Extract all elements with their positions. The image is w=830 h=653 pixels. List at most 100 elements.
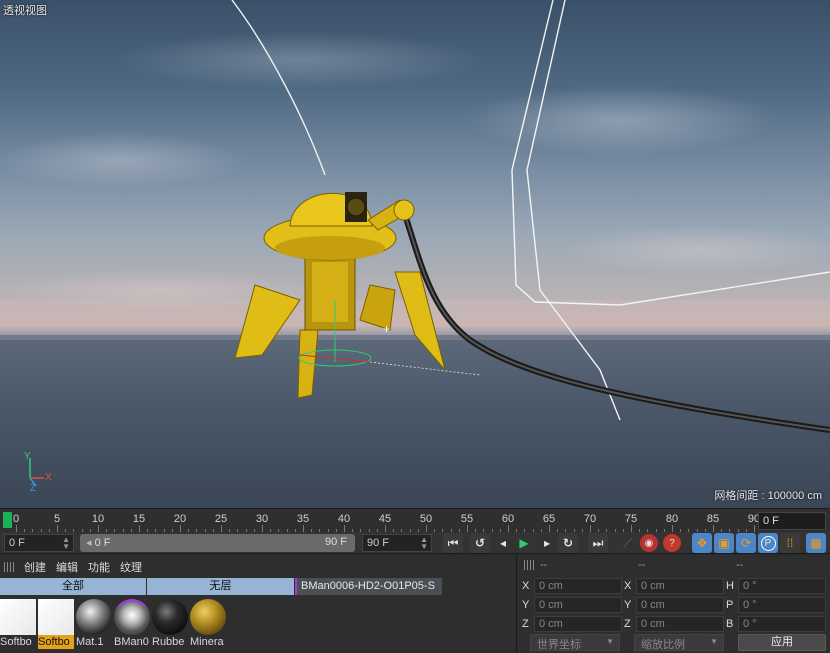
coord-axis-label: B (726, 618, 734, 630)
keyframe-key-button[interactable]: ⟋ (618, 533, 638, 553)
frame-tick-label: 45 (378, 513, 392, 525)
auto-key-icon: ? (669, 537, 675, 549)
material-swatch[interactable] (114, 599, 150, 635)
play-icon: ▶ (519, 536, 529, 550)
frame-tick-label: 75 (624, 513, 638, 525)
material-label: Softbo (0, 636, 32, 648)
coord-row: X0 cm X 0 cm H 0 ° (518, 577, 830, 595)
timeline-ruler[interactable]: 0 5 10 15 20 25 30 35 40 45 50 55 60 65 70 75 80 85 90 0 F (0, 508, 830, 532)
frame-tick (672, 525, 673, 532)
coord-value-field[interactable]: 0 ° (738, 597, 826, 613)
coord-value-field[interactable]: 0 ° (738, 616, 826, 632)
frame-tick-label: 50 (419, 513, 433, 525)
rotate-mode-button[interactable]: ⟳ (736, 533, 756, 553)
scene-objects[interactable]: + (0, 0, 830, 508)
prev-frame-button[interactable]: ◂ (493, 533, 513, 553)
coord-axis-label: Z (624, 618, 631, 630)
material-item[interactable]: Mat.1 (76, 597, 113, 653)
spline-left (231, 0, 326, 176)
material-swatch[interactable] (38, 599, 74, 635)
record-button[interactable]: ◉ (640, 534, 658, 552)
menu-function[interactable]: 功能 (88, 559, 110, 575)
material-label: BMan0 (114, 636, 149, 648)
spline-right-outer (511, 0, 830, 306)
layer-scene-tab[interactable]: BMan0006-HD2-O01P05-S (295, 578, 443, 595)
menu-texture[interactable]: 纹理 (120, 559, 142, 575)
frame-tick (713, 525, 714, 532)
coord-axis-label: Z (522, 618, 529, 630)
perspective-viewport[interactable]: + 透视视图 Y X Z 网格间距 : 100000 cm (0, 0, 830, 508)
scale-mode-button[interactable]: ▣ (714, 533, 734, 553)
grip-icon[interactable] (4, 561, 14, 572)
auto-key-button[interactable]: ? (663, 534, 681, 552)
frame-tick (508, 525, 509, 532)
layer-filter-row: 全部 无层 BMan0006-HD2-O01P05-S (0, 578, 517, 595)
frame-tick-label: 15 (132, 513, 146, 525)
scale-icon: ▣ (718, 536, 730, 550)
prev-keyframe-button[interactable]: ↺ (470, 533, 490, 553)
coord-value-field[interactable]: 0 cm (636, 578, 724, 594)
material-swatch[interactable] (76, 599, 112, 635)
play-button[interactable]: ▶ (514, 533, 534, 553)
material-swatch[interactable] (190, 599, 226, 635)
point-level-button[interactable]: ⁞⁞ (780, 533, 800, 553)
move-mode-button[interactable]: ✥ (692, 533, 712, 553)
chevron-down-icon: ▼ (710, 637, 718, 646)
material-manager: 创建 编辑 功能 纹理 全部 无层 BMan0006-HD2-O01P05-S … (0, 555, 517, 653)
film-icon: ▦ (810, 536, 822, 550)
material-swatch[interactable] (152, 599, 188, 635)
coord-value-field[interactable]: 0 cm (534, 597, 622, 613)
grip-icon[interactable] (524, 560, 534, 570)
coord-axis-label: P (726, 599, 734, 611)
material-item[interactable]: Softbo (0, 597, 37, 653)
material-item[interactable]: Softbo (38, 597, 75, 653)
frame-ruler[interactable]: 0 5 10 15 20 25 30 35 40 45 50 55 60 65 70 75 80 85 90 (4, 509, 760, 533)
record-icon: ◉ (644, 537, 654, 549)
coord-value-field[interactable]: 0 cm (636, 616, 724, 632)
apply-button[interactable]: 应用 (738, 634, 826, 651)
material-item[interactable]: BMan0 (114, 597, 151, 653)
material-item[interactable]: Minera (190, 597, 227, 653)
frame-tick (754, 525, 755, 532)
frame-tick (344, 525, 345, 532)
coord-value-field[interactable]: 0 cm (534, 616, 622, 632)
coord-axis-label: Y (624, 599, 632, 611)
material-item[interactable]: Rubbe (152, 597, 189, 653)
current-frame-field[interactable]: 0 F (758, 512, 826, 530)
frame-tick (303, 525, 304, 532)
frame-tick (590, 525, 591, 532)
material-menubar: 创建 编辑 功能 纹理 (0, 555, 516, 578)
frame-tick (98, 525, 99, 532)
next-keyframe-button[interactable]: ↻ (558, 533, 578, 553)
frame-tick (385, 525, 386, 532)
next-frame-icon: ▸ (543, 536, 551, 550)
coord-value-field[interactable]: 0 ° (738, 578, 826, 594)
menu-create[interactable]: 创建 (24, 559, 46, 575)
move-icon: ✥ (696, 536, 708, 550)
stepper-icon[interactable]: ▲ ▼ (62, 536, 70, 551)
goto-start-button[interactable]: ⏮ (443, 533, 463, 553)
end-frame-field[interactable]: 90 F ▲ ▼ (362, 534, 432, 552)
layer-all-tab[interactable]: 全部 (0, 578, 147, 595)
scale-mode-value: 缩放比例 (641, 639, 685, 651)
scale-mode-dropdown[interactable]: 缩放比例 ▼ (634, 634, 724, 651)
param-mode-button[interactable]: P (758, 533, 778, 553)
material-label: Softbo (38, 635, 74, 649)
frame-tick (221, 525, 222, 532)
next-frame-button[interactable]: ▸ (537, 533, 557, 553)
material-swatch[interactable] (0, 599, 36, 635)
frame-tick (262, 525, 263, 532)
layer-none-tab[interactable]: 无层 (147, 578, 295, 595)
frame-tick-label: 20 (173, 513, 187, 525)
start-frame-field[interactable]: 0 F ▲ ▼ (4, 534, 74, 552)
goto-end-button[interactable]: ⏭ (588, 533, 608, 553)
axis-x-label: X (45, 472, 52, 483)
coord-row: Z0 cm Z 0 cm B 0 ° (518, 615, 830, 633)
menu-edit[interactable]: 编辑 (56, 559, 78, 575)
coord-system-dropdown[interactable]: 世界坐标 ▼ (530, 634, 620, 651)
timeline-button[interactable]: ▦ (806, 533, 826, 553)
coord-value-field[interactable]: 0 cm (636, 597, 724, 613)
frame-range-slider[interactable]: ◂ 0 F 90 F (80, 534, 355, 552)
coord-value-field[interactable]: 0 cm (534, 578, 622, 594)
stepper-icon[interactable]: ▲ ▼ (420, 536, 428, 551)
